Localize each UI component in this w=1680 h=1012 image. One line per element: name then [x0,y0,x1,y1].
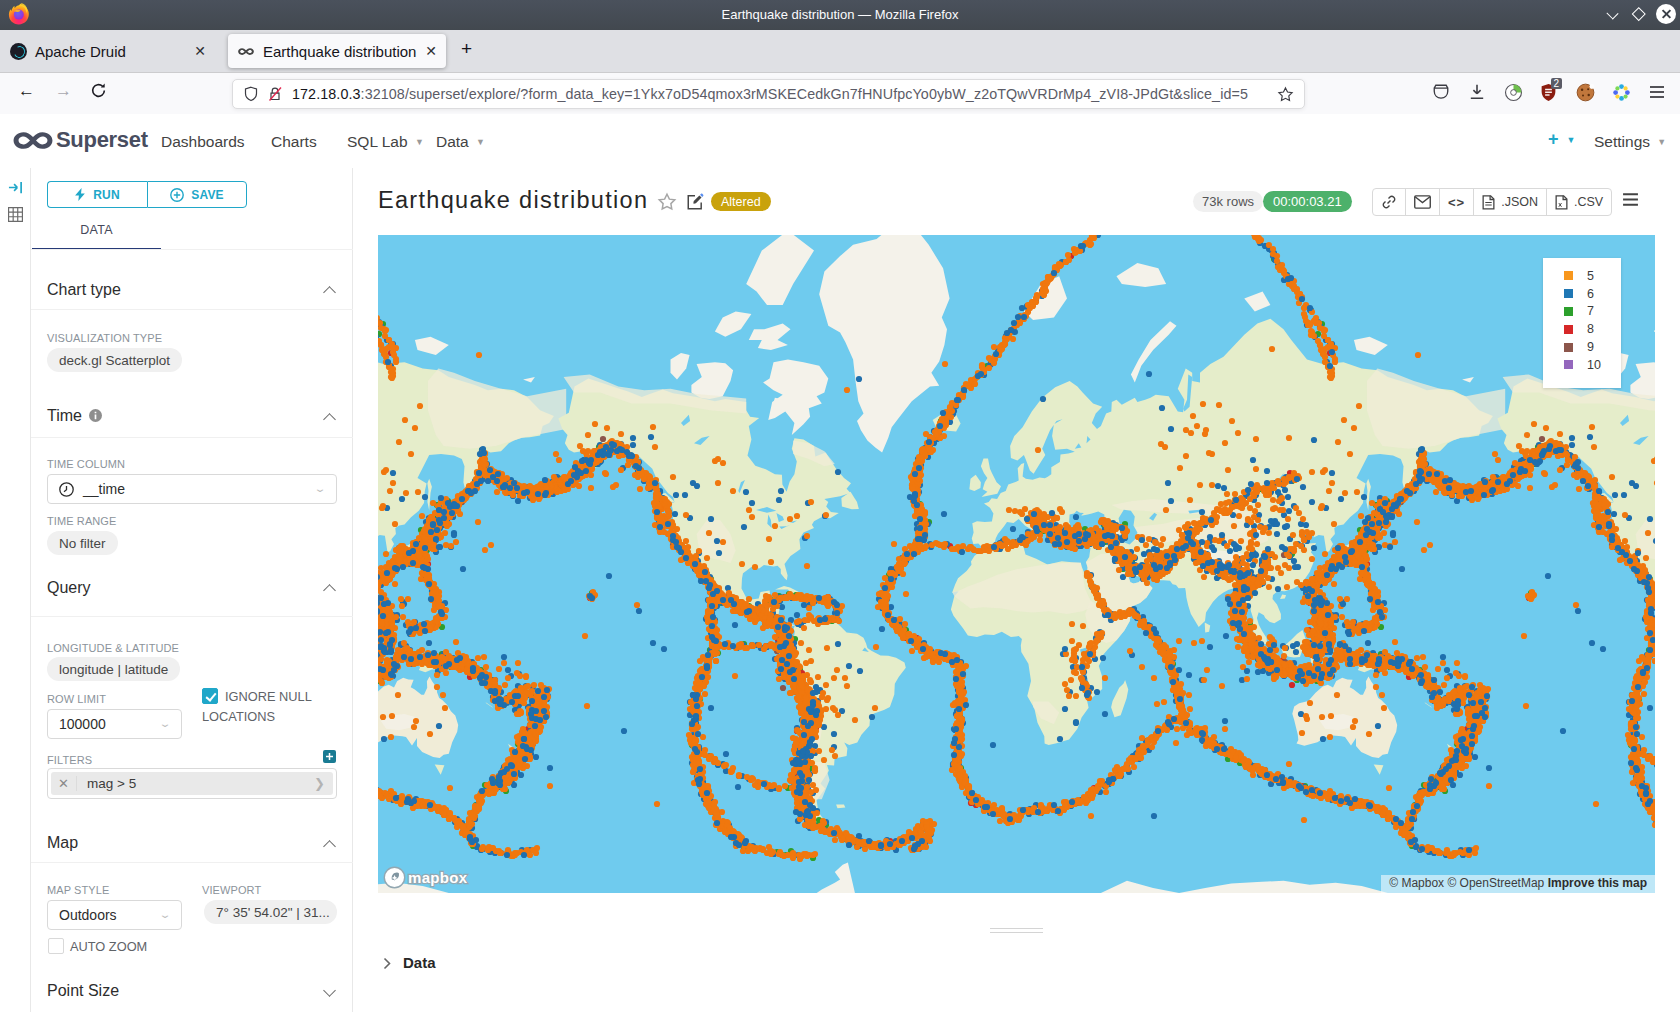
svg-text:mapbox: mapbox [408,869,468,886]
